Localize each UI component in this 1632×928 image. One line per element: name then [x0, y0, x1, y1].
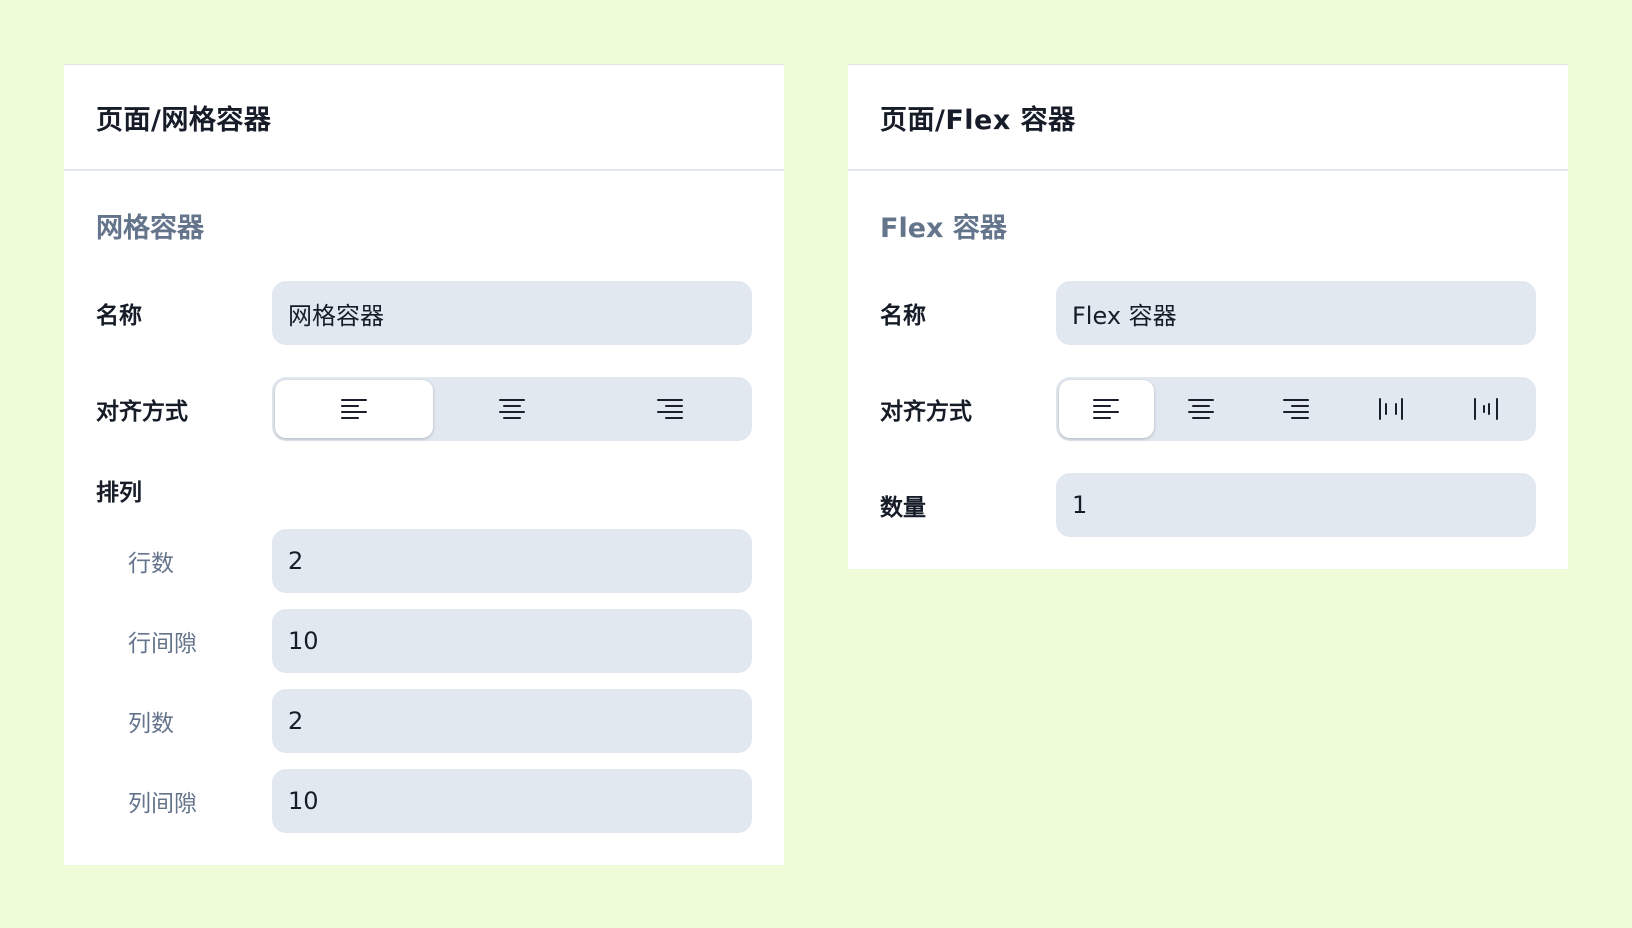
col-gap-input[interactable]: 10	[272, 769, 752, 833]
align-left-icon	[341, 399, 367, 419]
align-left-option[interactable]	[275, 380, 433, 438]
name-label: 名称	[96, 303, 142, 329]
align-center-icon	[499, 399, 525, 419]
section-title: 网格容器	[96, 213, 204, 244]
align-center-option[interactable]	[1154, 380, 1249, 438]
align-left-option[interactable]	[1059, 380, 1154, 438]
col-gap-label: 列间隙	[128, 791, 197, 817]
alignment-segmented-control	[1056, 377, 1536, 441]
name-input[interactable]: Flex 容器	[1056, 281, 1536, 345]
flex-container-panel: 页面/Flex 容器 Flex 容器 名称 Flex 容器 对齐方式 数量 1	[848, 64, 1568, 569]
panel-title: 页面/网格容器	[96, 104, 272, 136]
count-label: 数量	[880, 495, 926, 521]
cols-input[interactable]: 2	[272, 689, 752, 753]
alignment-label: 对齐方式	[880, 399, 972, 425]
name-input[interactable]: 网格容器	[272, 281, 752, 345]
count-row: 数量 1	[880, 473, 1536, 537]
space-between-icon	[1378, 398, 1403, 420]
align-center-icon	[1188, 399, 1215, 419]
name-row: 名称 网格容器	[96, 281, 752, 345]
rows-row: 行数 2	[96, 529, 752, 593]
align-left-icon	[1093, 399, 1120, 419]
cols-row: 列数 2	[96, 689, 752, 753]
panel-body: 网格容器 名称 网格容器 对齐方式 排列 行数 2 行间隙 10 列数 2 列间…	[64, 209, 784, 833]
alignment-row: 对齐方式	[96, 377, 752, 441]
alignment-segmented-control	[272, 377, 752, 441]
alignment-row: 对齐方式	[880, 377, 1536, 441]
align-right-option[interactable]	[1249, 380, 1344, 438]
col-gap-row: 列间隙 10	[96, 769, 752, 833]
arrange-group-title: 排列	[96, 480, 142, 506]
align-right-icon	[1282, 399, 1309, 419]
count-input[interactable]: 1	[1056, 473, 1536, 537]
space-around-icon	[1473, 398, 1498, 420]
panel-title: 页面/Flex 容器	[880, 104, 1076, 136]
cols-label: 列数	[128, 711, 174, 737]
grid-container-panel: 页面/网格容器 网格容器 名称 网格容器 对齐方式 排列 行数 2 行间隙 10…	[64, 64, 784, 865]
space-around-option[interactable]	[1438, 380, 1533, 438]
name-row: 名称 Flex 容器	[880, 281, 1536, 345]
panel-body: Flex 容器 名称 Flex 容器 对齐方式 数量 1	[848, 209, 1568, 537]
name-label: 名称	[880, 303, 926, 329]
alignment-label: 对齐方式	[96, 399, 188, 425]
panel-header: 页面/Flex 容器	[848, 65, 1568, 171]
align-center-option[interactable]	[433, 380, 591, 438]
space-between-option[interactable]	[1343, 380, 1438, 438]
row-gap-row: 行间隙 10	[96, 609, 752, 673]
align-right-option[interactable]	[591, 380, 749, 438]
rows-input[interactable]: 2	[272, 529, 752, 593]
row-gap-input[interactable]: 10	[272, 609, 752, 673]
row-gap-label: 行间隙	[128, 631, 197, 657]
section-title: Flex 容器	[880, 213, 1007, 244]
align-right-icon	[657, 399, 683, 419]
rows-label: 行数	[128, 551, 174, 577]
panel-header: 页面/网格容器	[64, 65, 784, 171]
